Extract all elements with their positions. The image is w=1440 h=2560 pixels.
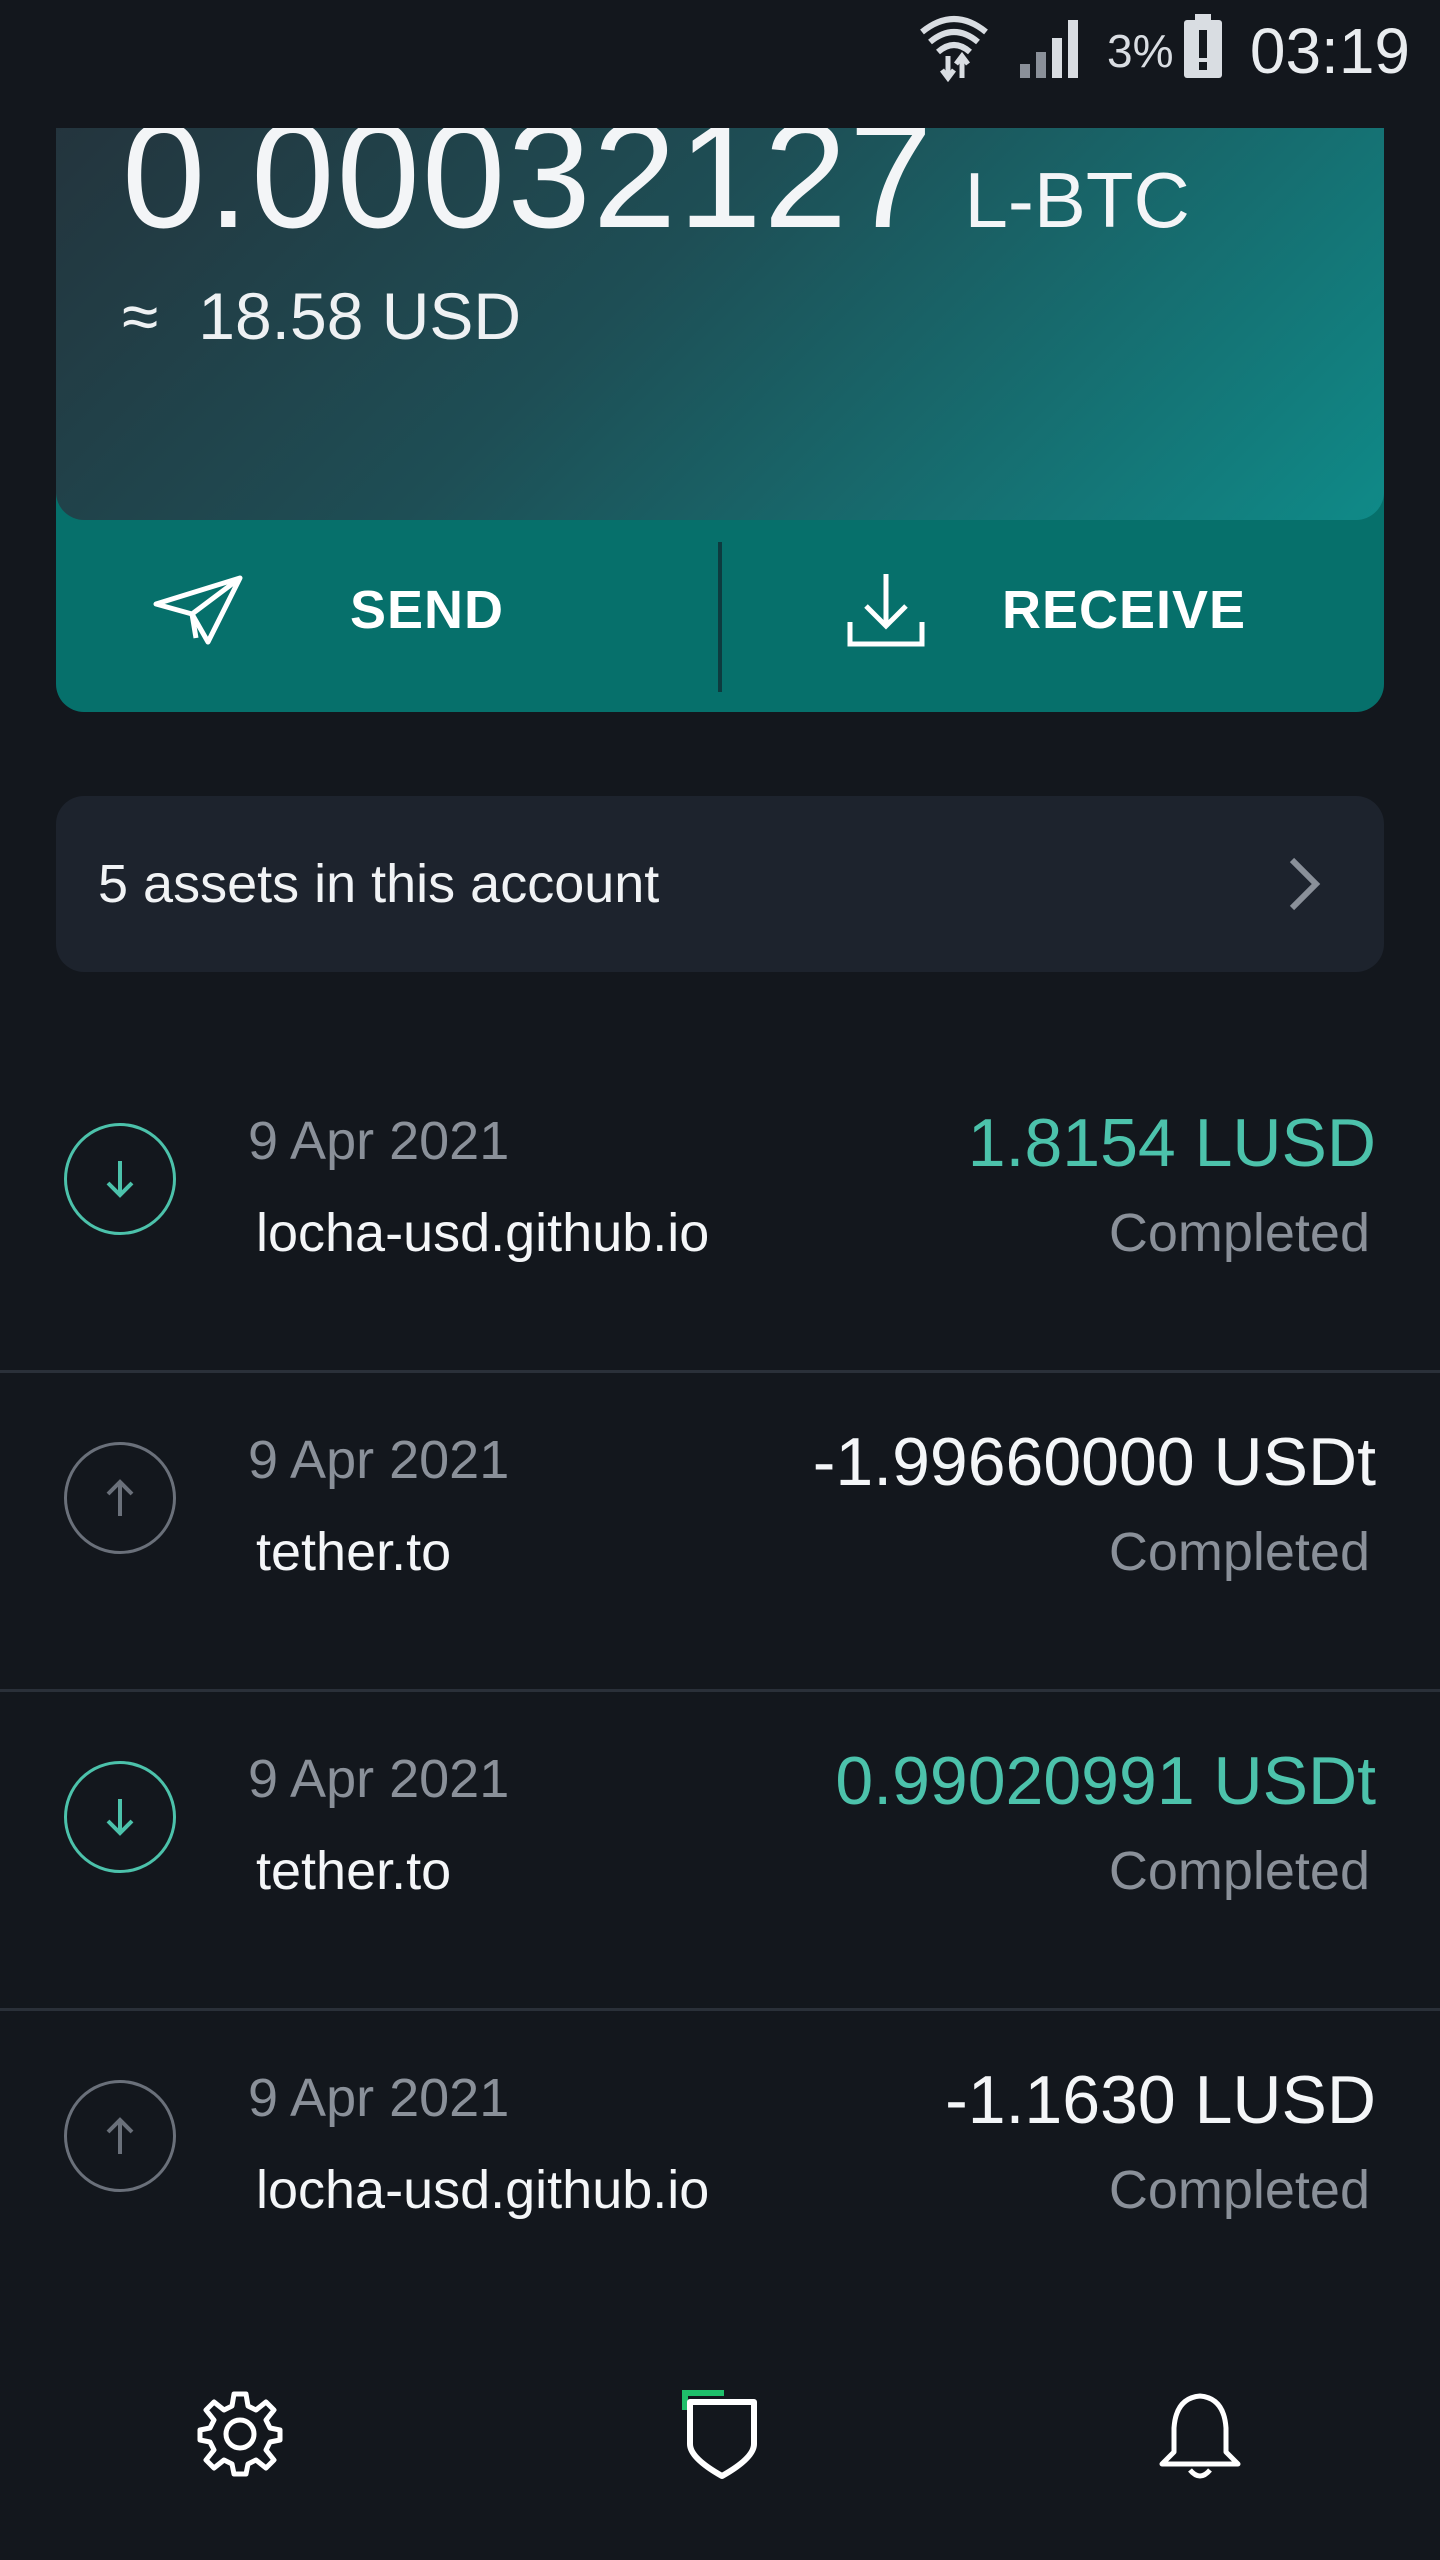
- chevron-right-icon: [1289, 857, 1321, 911]
- wifi-icon: [920, 16, 988, 82]
- send-button[interactable]: SEND: [56, 540, 720, 680]
- balance-unit: L-BTC: [964, 156, 1190, 244]
- transaction-amount: -1.1630 LUSD: [945, 2062, 1376, 2138]
- wallet-shield-icon[interactable]: [676, 2386, 764, 2482]
- balance-fiat-line: ≈18.58 USD: [122, 278, 521, 354]
- transaction-amount: 1.8154 LUSD: [967, 1105, 1376, 1181]
- paper-plane-icon: [153, 575, 243, 645]
- receive-button[interactable]: RECEIVE: [720, 540, 1384, 680]
- download-icon: [847, 574, 925, 647]
- transaction-party: locha-usd.github.io: [256, 1203, 710, 1263]
- outgoing-arrow-icon: [64, 1442, 176, 1554]
- transaction-amount: 0.99020991 USDt: [835, 1743, 1376, 1819]
- bottom-nav: [0, 2300, 1440, 2560]
- transaction-party: locha-usd.github.io: [256, 2160, 710, 2220]
- battery-percent: 3%: [1107, 25, 1174, 77]
- settings-gear-icon[interactable]: [196, 2390, 284, 2478]
- outgoing-arrow-icon: [64, 2080, 176, 2192]
- transaction-list: 9 Apr 2021 locha-usd.github.io 1.8154 LU…: [0, 1054, 1440, 2330]
- transaction-row[interactable]: 9 Apr 2021 locha-usd.github.io -1.1630 L…: [0, 2011, 1440, 2330]
- balance-card: 0.00032127 L-BTC ≈18.58 USD: [56, 60, 1384, 520]
- transaction-row[interactable]: 9 Apr 2021 tether.to 0.99020991 USDt Com…: [0, 1692, 1440, 2011]
- receive-label: RECEIVE: [1002, 580, 1247, 640]
- approx-symbol: ≈: [122, 279, 159, 353]
- transaction-party: tether.to: [256, 1841, 452, 1901]
- transaction-party: tether.to: [256, 1522, 452, 1582]
- status-bar: 3% 03:19: [0, 0, 1440, 128]
- clock: 03:19: [1249, 15, 1410, 87]
- assets-row[interactable]: 5 assets in this account: [56, 796, 1384, 972]
- transaction-date: 9 Apr 2021: [248, 1111, 510, 1171]
- transaction-date: 9 Apr 2021: [248, 1430, 510, 1490]
- transaction-status: Completed: [1108, 1841, 1370, 1901]
- transaction-date: 9 Apr 2021: [248, 1749, 510, 1809]
- transaction-status: Completed: [1108, 2160, 1370, 2220]
- notifications-bell-icon[interactable]: [1154, 2390, 1246, 2482]
- send-label: SEND: [350, 580, 505, 640]
- assets-label: 5 assets in this account: [98, 854, 660, 914]
- battery-alert-icon: [1184, 14, 1222, 78]
- signal-icon: [1020, 20, 1078, 78]
- balance-fiat: 18.58 USD: [198, 279, 522, 353]
- incoming-arrow-icon: [64, 1123, 176, 1235]
- transaction-amount: -1.99660000 USDt: [812, 1424, 1376, 1500]
- transaction-row[interactable]: 9 Apr 2021 tether.to -1.99660000 USDt Co…: [0, 1373, 1440, 1692]
- transaction-status: Completed: [1108, 1522, 1370, 1582]
- transaction-row[interactable]: 9 Apr 2021 locha-usd.github.io 1.8154 LU…: [0, 1054, 1440, 1373]
- incoming-arrow-icon: [64, 1761, 176, 1873]
- transaction-status: Completed: [1108, 1203, 1370, 1263]
- transaction-date: 9 Apr 2021: [248, 2068, 510, 2128]
